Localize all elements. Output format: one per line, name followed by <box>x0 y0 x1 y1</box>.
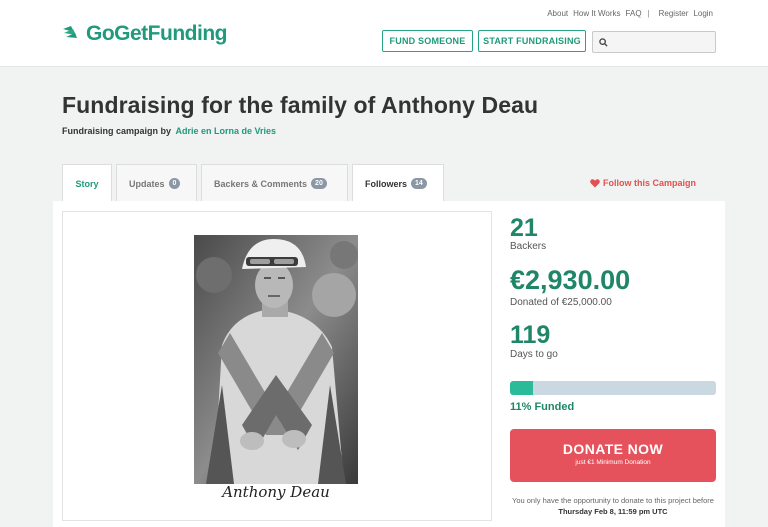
tab-story[interactable]: Story <box>62 164 112 202</box>
site-logo[interactable]: GoGetFunding <box>62 22 227 46</box>
wing-logo-icon <box>63 26 77 38</box>
count-badge: 14 <box>411 178 427 189</box>
campaign-photo <box>194 235 358 484</box>
site-header: GoGetFunding About How It Works FAQ | Re… <box>0 0 768 67</box>
amount-raised: €2,930.00 <box>510 265 631 295</box>
funding-progress-bar <box>510 381 716 395</box>
donate-label: DONATE NOW <box>562 441 664 457</box>
campaign-author-link[interactable]: Adrie en Lorna de Vries <box>176 126 277 136</box>
brand-name: GoGetFunding <box>86 22 227 45</box>
search-icon <box>599 37 608 47</box>
tab-label: Backers & Comments <box>214 178 308 189</box>
days-count: 119 <box>510 321 551 349</box>
follow-label: Follow this Campaign <box>603 178 697 188</box>
link-about[interactable]: About <box>547 9 568 18</box>
heart-icon <box>590 178 600 187</box>
tab-label: Updates <box>129 178 165 189</box>
link-how-it-works[interactable]: How It Works <box>573 9 620 18</box>
count-badge: 0 <box>168 178 181 189</box>
notice-text: You only have the opportunity to donate … <box>512 496 714 505</box>
search-box[interactable] <box>592 31 716 53</box>
progress-fill <box>510 381 533 395</box>
link-login[interactable]: Login <box>693 9 713 18</box>
photo-caption: Anthony Deau <box>222 483 330 501</box>
count-badge: 20 <box>311 178 327 189</box>
fund-someone-button[interactable]: FUND SOMEONE <box>382 30 473 52</box>
deadline-notice: You only have the opportunity to donate … <box>510 495 716 517</box>
tab-updates[interactable]: Updates 0 <box>116 164 197 202</box>
follow-campaign-link[interactable]: Follow this Campaign <box>590 178 696 188</box>
days-label: Days to go <box>510 349 558 360</box>
funded-percent: 11% Funded <box>510 401 575 413</box>
campaign-byline: Fundraising campaign by Adrie en Lorna d… <box>62 126 276 136</box>
start-fundraising-button[interactable]: START FUNDRAISING <box>478 30 586 52</box>
tab-followers[interactable]: Followers 14 <box>352 164 444 202</box>
byline-prefix: Fundraising campaign by <box>62 126 172 136</box>
backers-count: 21 <box>510 214 538 242</box>
deadline-date: Thursday Feb 8, 11:59 pm UTC <box>558 507 668 516</box>
jockey-portrait <box>194 235 358 484</box>
search-input[interactable] <box>612 33 712 51</box>
link-separator: | <box>647 9 650 18</box>
goal-label: Donated of €25,000.00 <box>510 297 612 308</box>
donate-now-button[interactable]: DONATE NOW just €1 Minimum Donation <box>510 429 716 482</box>
tab-label: Followers <box>365 178 408 189</box>
top-links: About How It Works FAQ | Register Login <box>542 9 713 18</box>
donate-sublabel: just €1 Minimum Donation <box>575 459 651 466</box>
campaign-title: Fundraising for the family of Anthony De… <box>62 92 539 118</box>
campaign-tabs: Story Updates 0 Backers & Comments 20 Fo… <box>62 164 448 202</box>
tab-label: Story <box>75 178 99 189</box>
tab-backers-comments[interactable]: Backers & Comments 20 <box>201 164 348 202</box>
link-register[interactable]: Register <box>659 9 689 18</box>
backers-label: Backers <box>510 241 547 252</box>
link-faq[interactable]: FAQ <box>626 9 642 18</box>
